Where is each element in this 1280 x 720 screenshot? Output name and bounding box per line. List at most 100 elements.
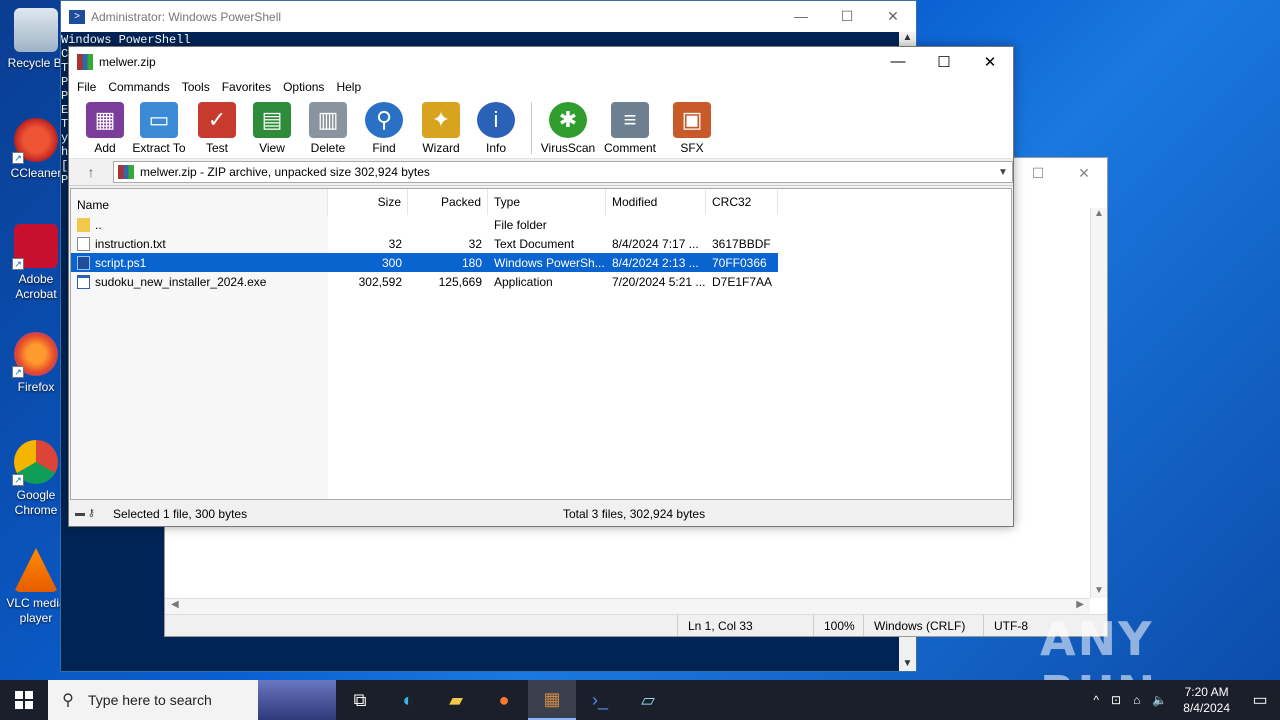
minimize-button[interactable]: — [875,53,921,71]
windows-logo-icon [15,691,33,709]
info-button[interactable]: i Info [471,102,521,155]
add-label: Add [94,141,116,155]
menu-options[interactable]: Options [279,80,332,94]
file-name: .. [95,217,102,232]
extract-to-button[interactable]: ▭ Extract To [129,102,189,155]
file-modified: 8/4/2024 2:13 ... [612,255,699,270]
menu-favorites[interactable]: Favorites [218,80,279,94]
address-field[interactable]: melwer.zip - ZIP archive, unpacked size … [113,161,1013,183]
table-row[interactable]: .. File folder [71,215,1011,234]
address-bar: ↑ melwer.zip - ZIP archive, unpacked siz… [69,159,1013,186]
volume-icon[interactable]: 🔈 [1146,693,1173,707]
notepad-horizontal-scrollbar[interactable]: ◀ ▶ [165,598,1090,615]
delete-bin-icon: ▥ [309,102,347,138]
notepad-icon[interactable]: ▱ [624,680,672,720]
zip-archive-icon [118,165,134,179]
folder-icon [77,217,90,232]
file-name: sudoku_new_installer_2024.exe [95,274,267,289]
clock[interactable]: 7:20 AM 8/4/2024 [1173,684,1240,716]
table-row[interactable]: sudoku_new_installer_2024.exe 302,592 12… [71,272,1011,291]
scroll-down-icon[interactable]: ▼ [899,658,916,669]
winrar-title: melwer.zip [99,55,156,69]
column-header-size[interactable]: Size [328,189,408,215]
maximize-button[interactable]: ☐ [921,53,967,71]
menu-commands[interactable]: Commands [104,80,177,94]
firefox-icon[interactable]: ● [480,680,528,720]
extract-to-label: Extract To [132,141,186,155]
chevron-down-icon[interactable]: ▼ [994,167,1012,178]
virusscan-icon: ✱ [549,102,587,138]
comment-button[interactable]: ≡ Comment [598,102,662,155]
view-button[interactable]: ▤ View [245,102,299,155]
up-arrow-icon[interactable]: ↑ [69,164,113,180]
close-button[interactable]: ✕ [1061,165,1107,182]
file-type: File folder [494,217,547,232]
start-button[interactable] [0,680,48,720]
wizard-wand-icon: ✦ [422,102,460,138]
file-size: 32 [388,236,402,251]
notifications-icon[interactable]: ▭ [1240,690,1280,710]
extract-folder-icon: ▭ [140,102,178,138]
sfx-button[interactable]: ▣ SFX [664,102,720,155]
ethernet-icon[interactable]: ⌂ [1127,693,1146,707]
find-button[interactable]: ⚲ Find [357,102,411,155]
ccleaner-icon: ↗ [12,118,58,164]
file-crc: 70FF0366 [712,255,767,270]
scroll-down-icon[interactable]: ▼ [1091,585,1107,596]
vlc-icon [14,548,58,592]
column-header-packed[interactable]: Packed [408,189,488,215]
powershell-icon: > [69,9,85,24]
test-clipboard-icon: ✓ [198,102,236,138]
menu-tools[interactable]: Tools [178,80,218,94]
test-button[interactable]: ✓ Test [191,102,243,155]
network-icon[interactable]: ⊡ [1105,693,1127,707]
winrar-titlebar[interactable]: melwer.zip — ☐ ✕ [69,47,1013,77]
minimize-button[interactable]: — [778,8,824,25]
file-packed: 125,669 [438,274,482,289]
virusscan-label: VirusScan [540,141,596,155]
powershell-icon[interactable]: ›_ [576,680,624,720]
search-placeholder: Type here to search [88,692,212,708]
notepad-statusbar: Ln 1, Col 33 100% Windows (CRLF) UTF-8 [165,614,1107,636]
menu-file[interactable]: File [73,80,104,94]
console-line: Windows PowerShell [61,33,191,47]
close-button[interactable]: ✕ [967,53,1013,71]
scroll-left-icon[interactable]: ◀ [171,599,179,615]
application-icon [77,274,90,289]
scroll-up-icon[interactable]: ▲ [899,32,916,43]
wizard-button[interactable]: ✦ Wizard [413,102,469,155]
file-explorer-icon[interactable]: ▰ [432,680,480,720]
notepad-vertical-scrollbar[interactable]: ▲ ▼ [1090,208,1107,598]
text-file-icon [77,236,90,251]
column-header-modified[interactable]: Modified [606,189,706,215]
file-packed: 180 [461,255,482,270]
taskbar-search[interactable]: ⚲ Type here to search [48,680,336,720]
zoom-level: 100% [813,615,863,636]
maximize-button[interactable]: ☐ [824,8,870,25]
virusscan-button[interactable]: ✱ VirusScan [540,102,596,155]
delete-button[interactable]: ▥ Delete [301,102,355,155]
task-view-icon[interactable]: ⧉ [336,680,384,720]
table-row-selected[interactable]: script.ps1 300 180 Windows PowerSh... 8/… [71,253,778,272]
scroll-up-icon[interactable]: ▲ [1091,208,1107,219]
file-packed: 32 [468,236,482,251]
winrar-icon[interactable]: ▦ [528,680,576,720]
file-crc: 3617BBDF [712,236,771,251]
winrar-statusbar: ▬ ⚷ Selected 1 file, 300 bytes Total 3 f… [69,501,1013,526]
delete-label: Delete [310,141,346,155]
column-header-type[interactable]: Type [488,189,606,215]
close-button[interactable]: ✕ [870,8,916,25]
winrar-window[interactable]: melwer.zip — ☐ ✕ File Commands Tools Fav… [68,46,1014,527]
maximize-button[interactable]: ☐ [1015,165,1061,182]
chevron-up-icon[interactable]: ^ [1087,693,1105,707]
powershell-title: Administrator: Windows PowerShell [91,9,282,24]
column-header-crc32[interactable]: CRC32 [706,189,778,215]
search-icon: ⚲ [62,692,74,709]
add-button[interactable]: ▦ Add [83,102,127,155]
edge-icon[interactable]: ◐ [384,680,432,720]
column-header-name[interactable]: Name [71,189,328,215]
menu-help[interactable]: Help [332,80,369,94]
file-list[interactable]: Name Size Packed Type Modified CRC32 .. … [70,188,1012,500]
powershell-titlebar[interactable]: > Administrator: Windows PowerShell — ☐ … [61,1,916,32]
table-row[interactable]: instruction.txt 32 32 Text Document 8/4/… [71,234,1011,253]
